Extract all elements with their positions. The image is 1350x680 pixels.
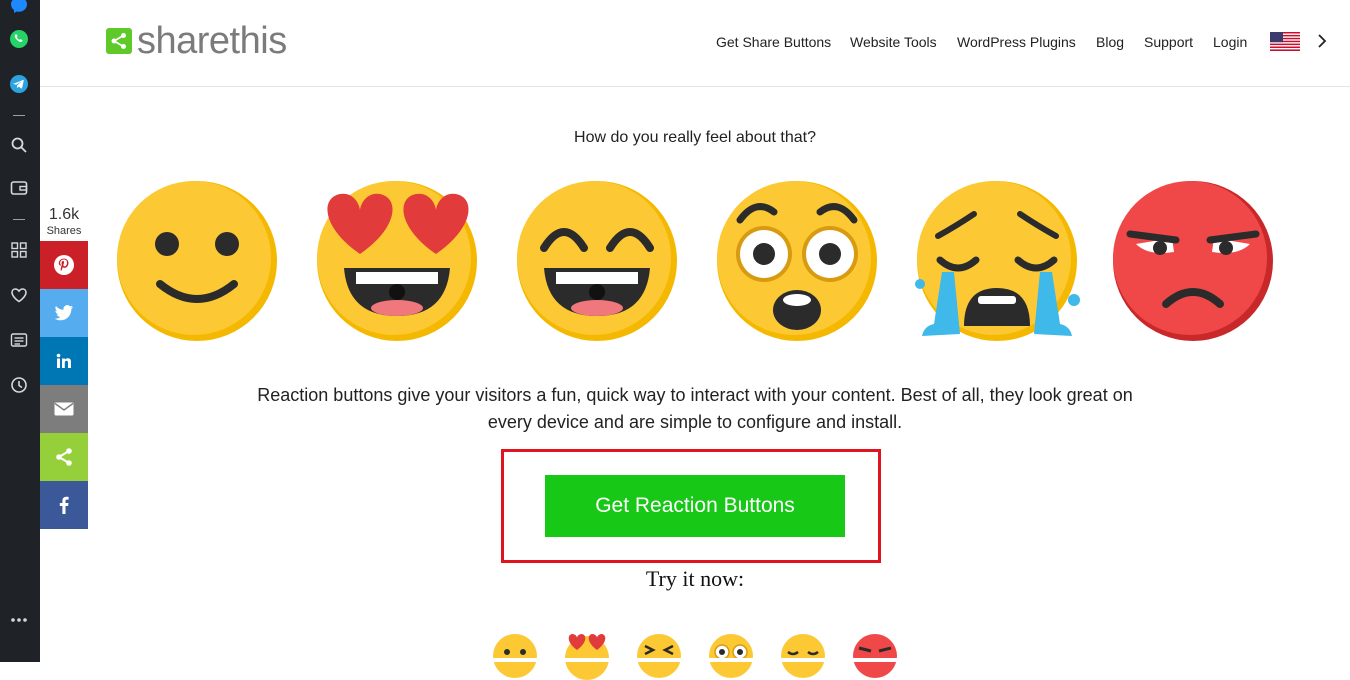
reaction-question: How do you really feel about that?	[574, 129, 816, 146]
mini-slight-smile-emoji[interactable]	[491, 632, 539, 680]
heart-icon[interactable]	[8, 284, 30, 306]
share-icon	[56, 448, 72, 466]
mini-heart-eyes-emoji[interactable]	[563, 632, 611, 680]
whatsapp-icon[interactable]	[8, 28, 30, 50]
chevron-right-icon[interactable]	[1316, 32, 1328, 50]
search-icon[interactable]	[8, 134, 30, 156]
linkedin-share-button[interactable]	[40, 337, 88, 385]
linkedin-icon	[56, 353, 71, 368]
facebook-icon	[59, 496, 69, 514]
slight-smile-emoji[interactable]	[112, 176, 282, 346]
nav-support[interactable]: Support	[1144, 34, 1193, 50]
twitter-icon	[54, 305, 73, 321]
us-flag-icon[interactable]	[1270, 32, 1300, 51]
pinterest-icon	[54, 255, 74, 275]
laughing-emoji[interactable]	[512, 176, 682, 346]
wallet-icon[interactable]	[8, 177, 30, 199]
mini-angry-emoji[interactable]	[851, 632, 899, 680]
reaction-description: Reaction buttons give your visitors a fu…	[257, 385, 1133, 432]
browser-sidebar	[0, 0, 40, 662]
mini-crying-emoji[interactable]	[779, 632, 827, 680]
telegram-icon[interactable]	[8, 73, 30, 95]
site-header: sharethis Get Share Buttons Website Tool…	[40, 0, 1350, 87]
share-count: 1.6k Shares	[40, 206, 88, 238]
envelope-icon	[54, 402, 74, 416]
nav-website-tools[interactable]: Website Tools	[850, 34, 937, 50]
share-count-label: Shares	[46, 225, 82, 237]
nav-get-share-buttons[interactable]: Get Share Buttons	[716, 34, 831, 50]
mini-astonished-emoji[interactable]	[707, 632, 755, 680]
more-icon[interactable]	[8, 609, 30, 631]
twitter-share-button[interactable]	[40, 289, 88, 337]
pinterest-share-button[interactable]	[40, 241, 88, 289]
get-reaction-buttons-button[interactable]: Get Reaction Buttons	[545, 475, 845, 537]
page-bottom-edge	[40, 658, 1350, 662]
nav-login[interactable]: Login	[1213, 34, 1247, 50]
messenger-icon[interactable]	[8, 0, 30, 16]
mini-laughing-emoji[interactable]	[635, 632, 683, 680]
main-nav: Get Share Buttons Website Tools WordPres…	[40, 34, 1350, 54]
nav-blog[interactable]: Blog	[1096, 34, 1124, 50]
angry-emoji[interactable]	[1108, 176, 1278, 346]
crying-emoji[interactable]	[912, 176, 1082, 346]
try-it-now-heading: Try it now:	[645, 566, 745, 591]
apps-icon[interactable]	[8, 239, 30, 261]
nav-wordpress-plugins[interactable]: WordPress Plugins	[957, 34, 1076, 50]
astonished-emoji[interactable]	[712, 176, 882, 346]
news-icon[interactable]	[8, 329, 30, 351]
heart-eyes-emoji[interactable]	[312, 176, 482, 346]
history-icon[interactable]	[8, 374, 30, 396]
sharethis-share-button[interactable]	[40, 433, 88, 481]
email-share-button[interactable]	[40, 385, 88, 433]
share-count-number: 1.6k	[48, 206, 80, 223]
facebook-share-button[interactable]	[40, 481, 88, 529]
